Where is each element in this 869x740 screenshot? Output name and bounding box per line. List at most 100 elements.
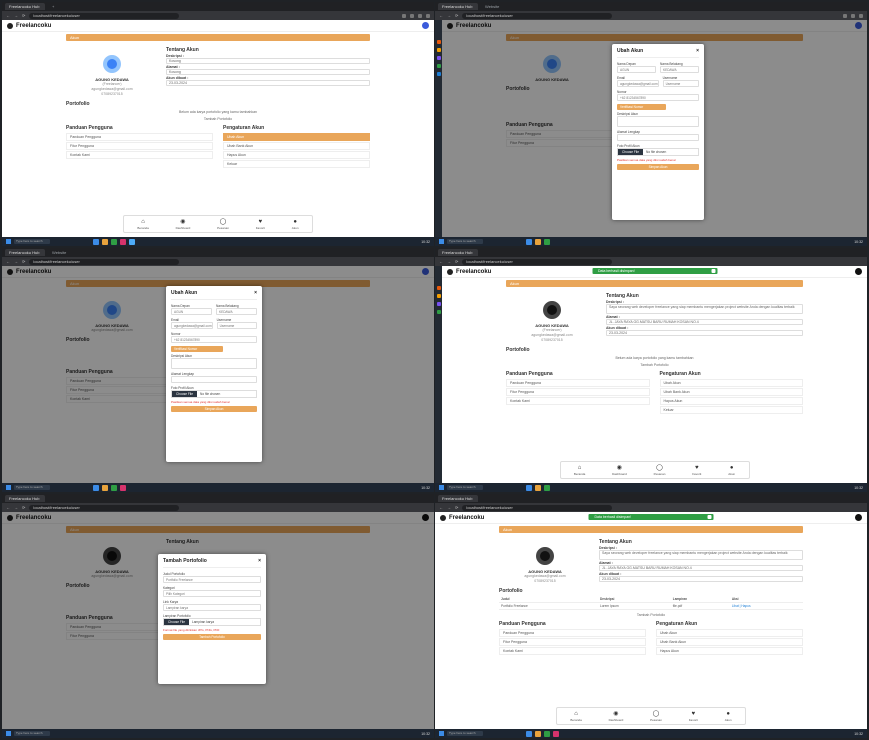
nav-home[interactable]: ⌂ Beranda — [574, 465, 585, 476]
brand-name[interactable]: Freelancoku — [449, 515, 484, 521]
choose-file-button[interactable]: Choose File — [618, 149, 644, 155]
url-bar[interactable]: localhost/freelanceku/user — [462, 258, 613, 265]
close-icon[interactable] — [711, 269, 715, 273]
guide-item[interactable]: Fitur Pengguna — [499, 638, 646, 646]
choose-file-button[interactable]: Choose File — [172, 391, 198, 397]
save-account-button[interactable]: Simpan Akun — [171, 406, 257, 412]
row-actions[interactable]: Lihat | Hapus — [729, 602, 803, 610]
taskbar-search[interactable]: Type here to search — [14, 731, 50, 736]
url-bar[interactable]: localhost/freelanceku/user — [29, 258, 180, 265]
last-name-input[interactable]: KEDAWA — [216, 308, 257, 315]
nav-orders[interactable]: ◯ Pesanan — [654, 465, 666, 476]
nav-home[interactable]: ⌂ Beranda — [137, 219, 148, 230]
nav-dashboard[interactable]: ◉ Dashboard — [609, 711, 624, 722]
user-icon[interactable] — [422, 22, 429, 29]
close-icon[interactable]: × — [258, 558, 261, 564]
back-icon[interactable]: ← — [6, 259, 10, 264]
user-icon[interactable] — [855, 268, 862, 275]
guide-item[interactable]: Kontak Kami — [499, 647, 646, 655]
settings-item[interactable]: Keluar — [659, 406, 803, 414]
reload-icon[interactable]: ⟳ — [455, 13, 458, 18]
browser-tab[interactable]: Freelancoku Hub — [5, 495, 45, 502]
back-icon[interactable]: ← — [439, 259, 443, 264]
settings-item[interactable]: Keluar — [223, 160, 370, 168]
guide-item[interactable]: Fitur Pengguna — [66, 142, 213, 150]
reload-icon[interactable]: ⟳ — [22, 505, 25, 510]
add-portfolio-button[interactable]: Tambah Portofolio — [163, 634, 261, 640]
settings-item[interactable]: Ubah Bank Akun — [656, 638, 803, 646]
phone-input[interactable]: +62 81234567890 — [617, 94, 699, 101]
back-icon[interactable]: ← — [439, 13, 443, 18]
taskbar-search[interactable]: Type here to search — [447, 485, 483, 490]
back-icon[interactable]: ← — [6, 505, 10, 510]
add-portfolio-link[interactable]: Tambah Portofolio — [506, 363, 803, 367]
browser-tab[interactable]: Website — [48, 249, 88, 256]
windows-icon[interactable] — [439, 731, 444, 736]
reload-icon[interactable]: ⟳ — [455, 505, 458, 510]
settings-item[interactable]: Ubah Bank Akun — [659, 388, 803, 396]
nav-account[interactable]: ● Akun — [725, 711, 732, 722]
settings-item[interactable]: Hapus Akun — [223, 151, 370, 159]
guide-item[interactable]: Panduan Pengguna — [66, 133, 213, 141]
browser-tab[interactable]: Website — [481, 3, 521, 10]
forward-icon[interactable]: → — [14, 13, 18, 18]
url-bar[interactable]: localhost/freelanceku/user — [29, 12, 180, 19]
photo-file-input[interactable]: Choose File No file chosen — [617, 148, 699, 156]
portfolio-file-input[interactable]: Choose File Lampiran karya — [163, 618, 261, 626]
back-icon[interactable]: ← — [439, 505, 443, 510]
add-portfolio-link[interactable]: Tambah Portofolio — [499, 613, 803, 617]
nav-favorite[interactable]: ♥ Favorit — [689, 711, 698, 722]
taskbar-search[interactable]: Type here to search — [447, 239, 483, 244]
choose-file-button[interactable]: Choose File — [164, 619, 190, 625]
guide-item[interactable]: Panduan Pengguna — [499, 629, 646, 637]
portfolio-title-input[interactable]: Portfolio Freelance — [163, 576, 261, 583]
windows-icon[interactable] — [439, 485, 444, 490]
username-input[interactable]: Username — [662, 80, 699, 87]
forward-icon[interactable]: → — [14, 505, 18, 510]
browser-tab[interactable]: Freelancoku Hub — [438, 249, 478, 256]
browser-tab[interactable]: Freelancoku Hub — [438, 495, 478, 502]
nav-orders[interactable]: ◯ Pesanan — [650, 711, 662, 722]
reload-icon[interactable]: ⟳ — [22, 259, 25, 264]
back-icon[interactable]: ← — [6, 13, 10, 18]
browser-tab[interactable]: Freelancoku Hub — [438, 3, 478, 10]
taskbar-search[interactable]: Type here to search — [14, 485, 50, 490]
user-icon[interactable] — [855, 514, 862, 521]
email-input[interactable]: agungkedawa@gmail.com — [617, 80, 659, 87]
username-input[interactable]: Username — [216, 322, 257, 329]
browser-tab[interactable]: Freelancoku Hub — [5, 3, 45, 10]
reload-icon[interactable]: ⟳ — [22, 13, 25, 18]
reload-icon[interactable]: ⟳ — [455, 259, 458, 264]
add-portfolio-link[interactable]: Tambah Portofolio — [66, 117, 370, 121]
link-input[interactable]: Lampiran karya — [163, 604, 261, 611]
windows-icon[interactable] — [6, 731, 11, 736]
forward-icon[interactable]: → — [14, 259, 18, 264]
verify-phone-button[interactable]: Verifikasi Nomor — [171, 346, 223, 352]
forward-icon[interactable]: → — [447, 259, 451, 264]
last-name-input[interactable]: KEDAWA — [660, 66, 699, 73]
settings-item[interactable]: Ubah Akun — [659, 379, 803, 387]
forward-icon[interactable]: → — [447, 13, 451, 18]
settings-item[interactable]: Ubah Akun — [656, 629, 803, 637]
nav-account[interactable]: ● Akun — [728, 465, 735, 476]
url-bar[interactable]: localhost/freelanceku/user — [29, 504, 180, 511]
guide-item[interactable]: Kontak Kami — [506, 397, 650, 405]
phone-input[interactable]: +62 81234567890 — [171, 336, 257, 343]
address-input[interactable] — [617, 134, 699, 141]
url-bar[interactable]: localhost/freelanceku/user — [462, 12, 613, 19]
browser-tab[interactable]: Freelancoku Hub — [5, 249, 45, 256]
settings-item[interactable]: Hapus Akun — [656, 647, 803, 655]
brand-name[interactable]: Freelancoku — [456, 269, 491, 275]
windows-icon[interactable] — [6, 239, 11, 244]
settings-item[interactable]: Hapus Akun — [659, 397, 803, 405]
forward-icon[interactable]: → — [447, 505, 451, 510]
email-input[interactable]: agungkedawa@gmail.com — [171, 322, 213, 329]
taskbar-search[interactable]: Type here to search — [14, 239, 50, 244]
guide-item[interactable]: Fitur Pengguna — [506, 388, 650, 396]
guide-item[interactable]: Panduan Pengguna — [506, 379, 650, 387]
windows-icon[interactable] — [6, 485, 11, 490]
photo-file-input[interactable]: Choose File No file chosen — [171, 390, 257, 398]
verify-phone-button[interactable]: Verifikasi Nomor — [617, 104, 667, 110]
brand-name[interactable]: Freelancoku — [16, 23, 51, 29]
first-name-input[interactable]: AGUN — [617, 66, 656, 73]
